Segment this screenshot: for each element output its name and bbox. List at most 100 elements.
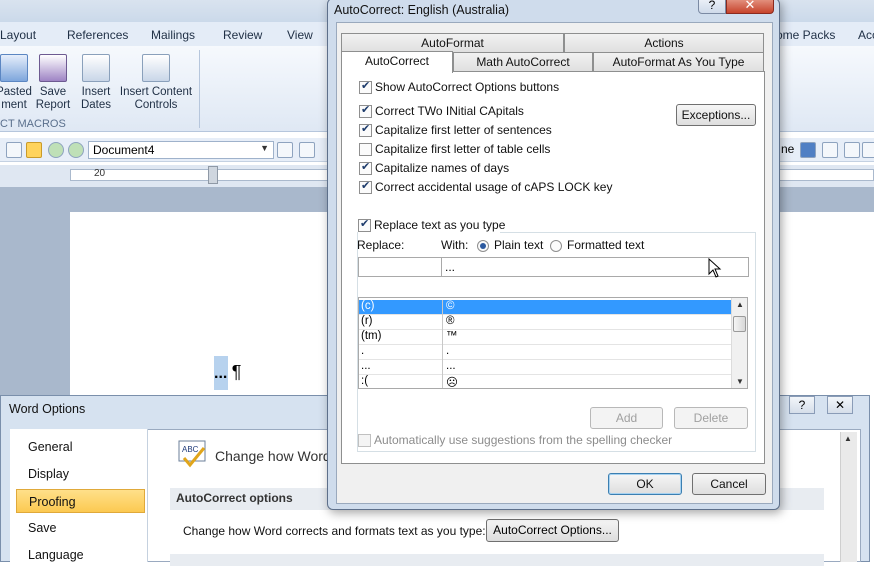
close-button[interactable]: ✕ [827,396,853,414]
checkbox-caps-lock[interactable] [359,179,372,194]
checkbox-replace-as-you-type[interactable] [358,217,371,232]
list-item[interactable]: (tm) ™ [359,330,731,345]
radio-formatted-text[interactable] [550,240,562,252]
list-item-from: (tm) [361,330,382,342]
insert-content-label-2: Controls [134,99,178,111]
new-doc-icon[interactable] [6,142,22,158]
list-item[interactable]: :( ☹ [359,375,731,388]
add-button[interactable]: Add [590,407,663,429]
radio-plain-text[interactable] [477,240,489,252]
label-replace-as-you-type: Replace text as you type [374,218,506,232]
options-scrollbar[interactable]: ▲ [840,432,857,562]
pasted-label-2: ment [1,99,27,111]
label-formatted-text: Formatted text [567,238,645,252]
checkbox-show-options-buttons[interactable] [359,79,372,94]
print-icon[interactable] [299,142,315,158]
list-item[interactable]: (c) © [359,300,731,315]
spelling-icon[interactable] [844,142,860,158]
replace-label: Replace: [357,238,405,252]
exceptions-button[interactable]: Exceptions... [676,104,756,126]
scroll-down-icon[interactable]: ▼ [736,377,744,386]
nav-save[interactable]: Save [16,516,145,540]
tab-autoformat[interactable]: AutoFormat [341,33,564,52]
edit-icon[interactable] [822,142,838,158]
scroll-up-icon[interactable]: ▲ [844,434,852,443]
content-controls-icon [142,54,170,82]
nav-display[interactable]: Display [16,462,145,486]
nav-general[interactable]: General [16,435,145,459]
ruler-number: 20 [94,168,106,179]
tab-autoformat-as-you-type[interactable]: AutoFormat As You Type [593,52,764,71]
label-caps-lock: Correct accidental usage of cAPS LOCK ke… [375,180,613,194]
save-report-button[interactable]: Save Report [34,54,72,112]
tab-packs[interactable]: ome Packs [776,28,835,42]
insert-content-label-1: Insert Content [119,86,193,98]
autocorrect-prompt: Change how Word corrects and formats tex… [183,524,486,538]
insert-dates-label-1: Insert [81,86,111,98]
checkbox-auto-suggestions[interactable] [358,434,371,447]
tab-review[interactable]: Review [223,28,262,42]
help-icon: ? [708,0,716,12]
tab-actions[interactable]: Actions [564,33,764,52]
list-item-to: ™ [446,330,458,342]
checkbox-capitalize-days[interactable] [359,160,372,175]
label-capitalize-days: Capitalize names of days [375,161,510,175]
label-plain-text: Plain text [494,238,544,252]
list-item-from: (c) [361,300,375,312]
replacement-list[interactable]: (c) © (r) ® (tm) ™ . . ... ... :( ☹ [358,297,748,389]
ok-button[interactable]: OK [608,473,682,495]
tab-mailings[interactable]: Mailings [151,28,195,42]
checkbox-capitalize-sentences[interactable] [359,122,372,137]
autocorrect-close-button[interactable]: ✕ [726,0,774,14]
selected-ellipsis: ... [214,365,228,382]
more-icon[interactable] [862,142,874,158]
pasted-button[interactable]: Pasted ment [0,54,34,112]
checkbox-two-initial-caps[interactable] [359,103,372,118]
delete-button[interactable]: Delete [674,407,748,429]
refresh-icon[interactable] [277,142,293,158]
cancel-button[interactable]: Cancel [692,473,766,495]
document-text[interactable]: ... ¶ [214,362,241,383]
nav-proofing[interactable]: Proofing [16,489,145,513]
help-button[interactable]: ? [789,396,815,414]
forward-icon[interactable] [68,142,84,158]
nav-language[interactable]: Language [16,543,145,567]
qat-right-label: ne [781,142,795,156]
autocorrect-options-button[interactable]: AutoCorrect Options... [486,519,619,542]
tab-acc[interactable]: Acc [858,28,874,42]
with-input[interactable]: ... [441,257,749,277]
scroll-up-icon[interactable]: ▲ [736,300,744,309]
insert-dates-label-2: Dates [80,99,112,111]
autocorrect-help-button[interactable]: ? [698,0,726,14]
indent-marker[interactable] [208,166,218,184]
svg-text:ABC: ABC [182,445,199,454]
checkbox-capitalize-table-cells[interactable] [359,143,372,156]
tab-autocorrect[interactable]: AutoCorrect [341,51,453,73]
tab-layout[interactable]: Layout [0,28,36,42]
list-item[interactable]: ... ... [359,360,731,375]
group-top-border [500,232,756,233]
info-icon[interactable] [800,142,816,158]
insert-dates-button[interactable]: Insert Dates [76,54,116,112]
next-section-header [170,554,824,566]
list-item-from: . [361,345,365,357]
with-label: With: [441,238,469,252]
tab-references[interactable]: References [67,28,128,42]
replace-input[interactable] [358,257,442,277]
pasted-label-1: Pasted [0,86,32,98]
save-icon [39,54,67,82]
list-item-from: :( [361,375,369,387]
tab-view[interactable]: View [287,28,313,42]
list-item[interactable]: (r) ® [359,315,731,330]
mouse-cursor-icon [708,258,722,278]
list-scrollbar[interactable]: ▲ ▼ [731,298,747,388]
scroll-thumb[interactable] [733,316,746,332]
autocorrect-options-label: AutoCorrect Options... [493,523,612,537]
insert-content-controls-button[interactable]: Insert Content Controls [116,54,196,112]
list-item[interactable]: . . [359,345,731,360]
close-icon: ✕ [744,0,756,12]
back-icon[interactable] [48,142,64,158]
tab-math-autocorrect[interactable]: Math AutoCorrect [453,52,593,71]
document-selector[interactable]: Document4 ▼ [88,141,274,159]
pilcrow-toggle-icon[interactable] [26,142,42,158]
